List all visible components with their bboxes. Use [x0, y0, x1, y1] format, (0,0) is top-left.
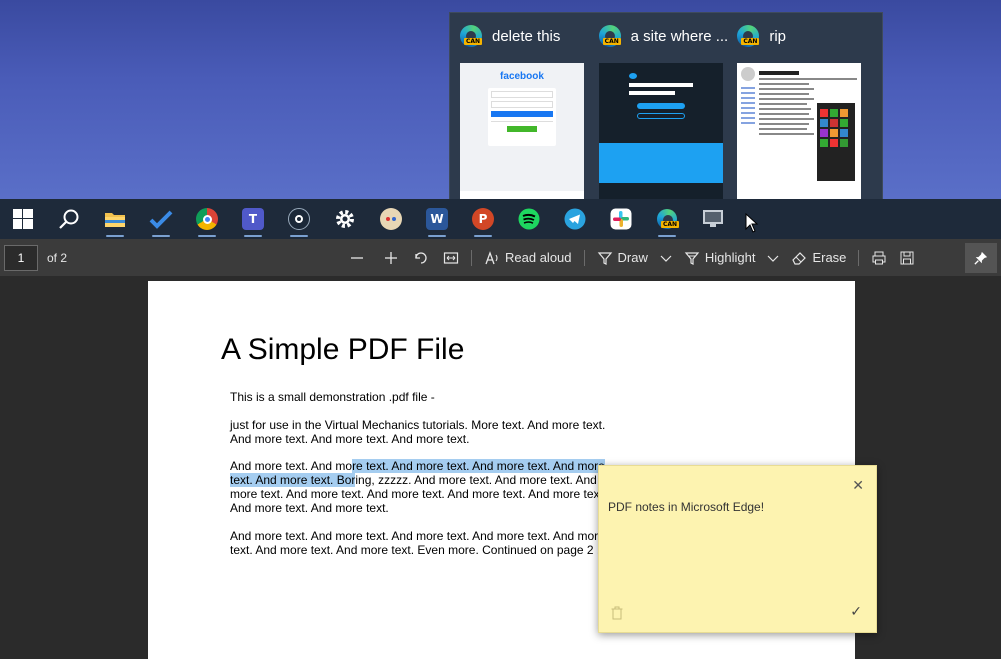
- pin-icon: [974, 251, 988, 265]
- highlight-options-dropdown[interactable]: [761, 243, 785, 273]
- save-button[interactable]: [893, 243, 921, 273]
- thumbnail-preview: facebook: [460, 63, 584, 199]
- spotify-icon: [518, 208, 540, 230]
- start-button[interactable]: [0, 199, 46, 239]
- pin-toolbar-button[interactable]: [965, 242, 997, 273]
- fit-page-icon: [443, 251, 459, 264]
- chevron-down-icon: [768, 255, 779, 262]
- draw-options-dropdown[interactable]: [654, 243, 678, 273]
- taskbar-word[interactable]: W: [414, 199, 460, 239]
- page-count: of 2: [47, 250, 68, 265]
- telegram-icon: [564, 208, 586, 230]
- powerpoint-icon: P: [472, 208, 494, 230]
- zoom-in-button[interactable]: [377, 243, 405, 273]
- steam-icon: [288, 208, 310, 230]
- pdf-paragraph: This is a small demonstration .pdf file …: [230, 390, 435, 404]
- rotate-icon: [415, 251, 427, 264]
- taskbar-thumbnail-popup: CAN delete this facebook CAN a site wher…: [449, 12, 883, 200]
- pdf-title: A Simple PDF File: [221, 333, 465, 366]
- toolbar-divider: [583, 249, 585, 266]
- note-text[interactable]: PDF notes in Microsoft Edge!: [608, 500, 764, 514]
- thumbnail-preview: [598, 63, 723, 199]
- pdf-paragraph: just for use in the Virtual Mechanics tu…: [230, 418, 606, 446]
- read-aloud-button[interactable]: Read aloud: [478, 243, 578, 273]
- thumbnail-title: delete this: [492, 27, 561, 45]
- draw-label: Draw: [617, 250, 648, 265]
- taskbar-teams[interactable]: T: [230, 199, 276, 239]
- taskbar-snipping-tool[interactable]: [690, 199, 736, 239]
- eraser-icon: [792, 251, 807, 265]
- highlight-button[interactable]: Highlight: [678, 243, 762, 273]
- slack-icon: [610, 208, 632, 230]
- thumbnail-tab-wikipedia[interactable]: CAN rip: [735, 23, 874, 199]
- search-button[interactable]: [46, 199, 92, 239]
- facebook-logo: facebook: [500, 71, 544, 82]
- taskbar-slack[interactable]: [598, 199, 644, 239]
- page-number-input[interactable]: [4, 244, 38, 271]
- taskbar-settings[interactable]: [322, 199, 368, 239]
- pen-icon: [597, 251, 612, 265]
- taskbar-edge-canary[interactable]: CAN: [644, 199, 690, 239]
- toolbar-divider: [858, 249, 860, 266]
- delete-note-icon[interactable]: [611, 606, 623, 620]
- edge-canary-icon: CAN: [737, 25, 760, 47]
- taskbar-steam[interactable]: [276, 199, 322, 239]
- printer-icon: [872, 251, 886, 264]
- taskbar-spotify[interactable]: [506, 199, 552, 239]
- pdf-paragraph: And more text. And more text. And more t…: [230, 459, 610, 515]
- thumbnail-tab-twitter[interactable]: CAN a site where ...: [597, 23, 736, 199]
- monitor-icon: [703, 210, 723, 227]
- taskbar-todo[interactable]: [138, 199, 184, 239]
- confirm-note-icon[interactable]: ✓: [850, 603, 862, 620]
- toolbar-divider: [471, 249, 473, 266]
- edge-canary-icon: CAN: [657, 209, 680, 229]
- chrome-icon: [196, 208, 218, 230]
- checkmark-icon: [149, 210, 173, 229]
- taskbar-telegram[interactable]: [552, 199, 598, 239]
- search-icon: [59, 209, 79, 229]
- erase-label: Erase: [812, 250, 847, 265]
- pdf-toolbar: of 2 Read aloud Draw Highlight Erase: [0, 239, 1001, 276]
- minus-icon: [351, 256, 364, 259]
- taskbar-chrome[interactable]: [184, 199, 230, 239]
- taskbar-powerpoint[interactable]: P: [460, 199, 506, 239]
- highlighter-icon: [684, 251, 700, 265]
- login-card-preview: [488, 88, 556, 146]
- thumbnail-title: a site where ...: [630, 27, 729, 45]
- pdf-paragraph: And more text. And more text. And more t…: [230, 529, 607, 557]
- gear-icon: [336, 210, 354, 228]
- edge-canary-icon: CAN: [460, 25, 483, 47]
- zoom-out-button[interactable]: [343, 243, 371, 273]
- save-icon: [900, 251, 914, 264]
- thumbnail-preview: [737, 63, 862, 199]
- folder-icon: [105, 213, 125, 227]
- print-button[interactable]: [865, 243, 893, 273]
- erase-button[interactable]: Erase: [785, 243, 852, 273]
- plus-icon: [385, 251, 398, 264]
- close-icon[interactable]: ✕: [852, 477, 864, 494]
- teams-icon: T: [242, 208, 264, 230]
- sticky-note[interactable]: ✕ PDF notes in Microsoft Edge! ✓: [598, 465, 877, 633]
- read-aloud-icon: [485, 250, 498, 264]
- thumbnail-tab-facebook[interactable]: CAN delete this facebook: [458, 23, 597, 199]
- thumbnail-title: rip: [769, 27, 787, 45]
- draw-button[interactable]: Draw: [591, 243, 654, 273]
- mouse-cursor-icon: [745, 213, 759, 233]
- word-icon: W: [426, 208, 448, 230]
- chevron-down-icon: [660, 255, 672, 262]
- taskbar-file-explorer[interactable]: [92, 199, 138, 239]
- taskbar-paint[interactable]: [368, 199, 414, 239]
- edge-canary-icon: CAN: [598, 25, 621, 47]
- highlight-label: Highlight: [704, 250, 756, 265]
- fit-to-page-button[interactable]: [437, 243, 465, 273]
- read-aloud-label: Read aloud: [505, 250, 572, 265]
- text-span: And more text. And mo: [230, 459, 353, 473]
- windows-icon: [13, 209, 33, 229]
- paint-palette-icon: [380, 208, 402, 230]
- rotate-button[interactable]: [407, 243, 435, 273]
- taskbar: T W P CAN: [0, 199, 1001, 239]
